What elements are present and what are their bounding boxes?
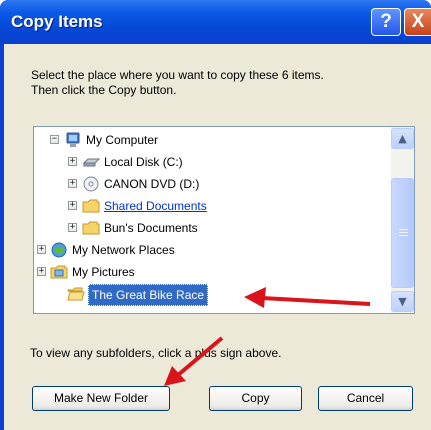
red-arrow-icon: [164, 336, 224, 386]
red-arrow-icon: [244, 287, 371, 308]
annotation-arrows: [164, 287, 371, 386]
